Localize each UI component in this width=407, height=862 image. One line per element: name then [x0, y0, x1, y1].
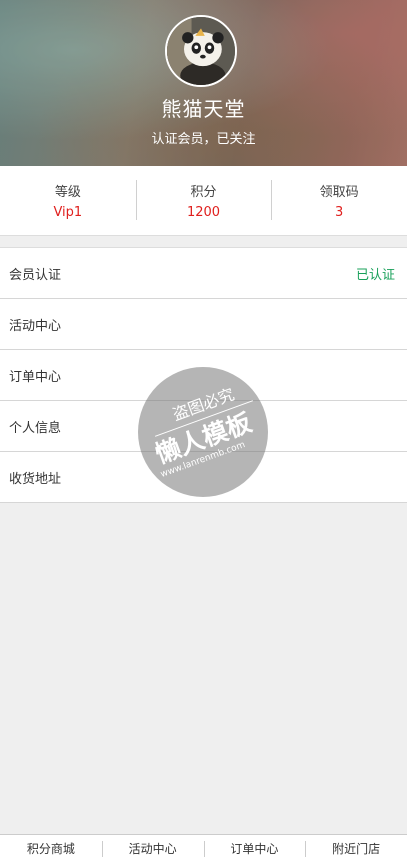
stat-value: 1200 — [186, 205, 221, 220]
member-status-text: 认证会员，已关注 — [151, 132, 256, 147]
username: 熊猫天堂 — [161, 97, 246, 121]
menu-item-label: 活动中心 — [9, 318, 62, 334]
profile-header: 熊猫天堂 认证会员，已关注 — [0, 0, 407, 166]
menu-item-label: 个人信息 — [9, 420, 62, 436]
menu-item-member-verification[interactable]: 会员认证 已认证 — [0, 248, 407, 299]
panda-avatar-icon — [167, 17, 235, 85]
verified-status: 已认证 — [355, 267, 395, 283]
tab-points-mall[interactable]: 积分商城 — [0, 835, 102, 862]
tab-nearby-stores[interactable]: 附近门店 — [305, 835, 407, 862]
stat-points[interactable]: 积分 1200 — [135, 166, 272, 235]
stat-value: Vip1 — [53, 205, 83, 220]
menu-item-label: 会员认证 — [9, 267, 62, 283]
stat-level[interactable]: 等级 Vip1 — [0, 166, 136, 235]
menu-item-label: 订单中心 — [9, 369, 62, 385]
stat-value: 3 — [335, 205, 344, 220]
menu-item-label: 收货地址 — [9, 471, 62, 487]
watermark: 盗图必究 懒人模板 www.lanrenmb.com — [138, 367, 268, 497]
stat-label: 积分 — [190, 185, 217, 200]
avatar[interactable] — [165, 15, 237, 87]
stats-bar: 等级 Vip1 积分 1200 领取码 3 — [0, 166, 407, 236]
tab-activity-center[interactable]: 活动中心 — [101, 835, 204, 862]
stat-label: 等级 — [54, 185, 81, 200]
stat-claim-code[interactable]: 领取码 3 — [271, 166, 407, 235]
menu-item-activity-center[interactable]: 活动中心 — [0, 299, 407, 350]
stat-label: 领取码 — [319, 185, 359, 200]
bottom-tab-bar: 积分商城 活动中心 订单中心 附近门店 — [0, 834, 407, 862]
tab-order-center[interactable]: 订单中心 — [203, 835, 306, 862]
